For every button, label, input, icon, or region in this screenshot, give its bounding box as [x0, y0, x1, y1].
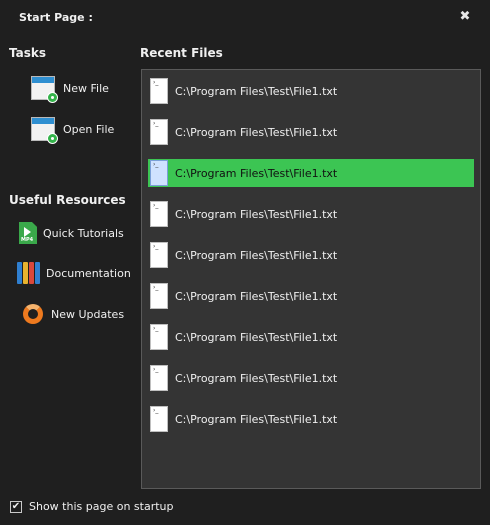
text-file-icon	[150, 365, 168, 391]
show-on-startup-toggle[interactable]: ✔ Show this page on startup	[10, 500, 174, 513]
startup-checkbox[interactable]: ✔	[10, 500, 22, 513]
recent-file-path: C:\Program Files\Test\File1.txt	[175, 330, 338, 344]
quick-tutorials-label: Quick Tutorials	[43, 226, 124, 240]
documentation-link[interactable]: Documentation	[17, 260, 131, 286]
recent-file-item[interactable]: C:\Program Files\Test\File1.txt	[148, 405, 474, 433]
recent-file-item[interactable]: C:\Program Files\Test\File1.txt	[148, 323, 474, 351]
documentation-label: Documentation	[46, 266, 131, 280]
text-file-icon	[150, 406, 168, 432]
books-icon	[17, 262, 40, 284]
new-updates-label: New Updates	[51, 307, 125, 321]
quick-tutorials-link[interactable]: MP4 Quick Tutorials	[19, 220, 124, 246]
text-file-icon	[150, 242, 168, 268]
useful-resources-heading: Useful Resources	[9, 193, 126, 207]
recent-file-item[interactable]: C:\Program Files\Test\File1.txt	[148, 118, 474, 146]
close-icon[interactable]: ✖	[458, 9, 472, 25]
recent-file-item-selected[interactable]: C:\Program Files\Test\File1.txt	[148, 159, 474, 187]
new-updates-link[interactable]: New Updates	[23, 301, 124, 327]
startup-checkbox-label: Show this page on startup	[29, 500, 174, 513]
recent-file-path: C:\Program Files\Test\File1.txt	[175, 248, 338, 262]
recent-file-path: C:\Program Files\Test\File1.txt	[175, 371, 338, 385]
recent-files-list[interactable]: C:\Program Files\Test\File1.txt C:\Progr…	[141, 69, 481, 489]
text-file-icon	[150, 201, 168, 227]
recent-file-item[interactable]: C:\Program Files\Test\File1.txt	[148, 364, 474, 392]
recent-file-item[interactable]: C:\Program Files\Test\File1.txt	[148, 282, 474, 310]
recent-file-path: C:\Program Files\Test\File1.txt	[175, 207, 338, 221]
open-file-icon	[31, 117, 58, 144]
new-file-icon	[31, 76, 58, 103]
open-file-label: Open File	[63, 122, 115, 136]
title-bar: Start Page : ✖	[0, 0, 490, 36]
recent-file-path: C:\Program Files\Test\File1.txt	[175, 84, 338, 98]
text-file-icon	[150, 78, 168, 104]
recent-file-path: C:\Program Files\Test\File1.txt	[175, 289, 338, 303]
text-file-icon	[150, 160, 168, 186]
recent-file-item[interactable]: C:\Program Files\Test\File1.txt	[148, 77, 474, 105]
window-title: Start Page :	[19, 11, 93, 24]
new-file-label: New File	[63, 81, 109, 95]
refresh-icon	[23, 304, 43, 324]
tasks-heading: Tasks	[9, 46, 47, 60]
recent-file-path: C:\Program Files\Test\File1.txt	[175, 166, 338, 180]
open-file-button[interactable]: Open File	[31, 115, 115, 144]
text-file-icon	[150, 119, 168, 145]
new-file-button[interactable]: New File	[31, 74, 109, 103]
recent-file-item[interactable]: C:\Program Files\Test\File1.txt	[148, 241, 474, 269]
text-file-icon	[150, 324, 168, 350]
recent-file-path: C:\Program Files\Test\File1.txt	[175, 125, 338, 139]
recent-file-item[interactable]: C:\Program Files\Test\File1.txt	[148, 200, 474, 228]
text-file-icon	[150, 283, 168, 309]
recent-file-path: C:\Program Files\Test\File1.txt	[175, 412, 338, 426]
mp4-video-icon: MP4	[19, 222, 37, 244]
recent-files-heading: Recent Files	[140, 46, 223, 60]
